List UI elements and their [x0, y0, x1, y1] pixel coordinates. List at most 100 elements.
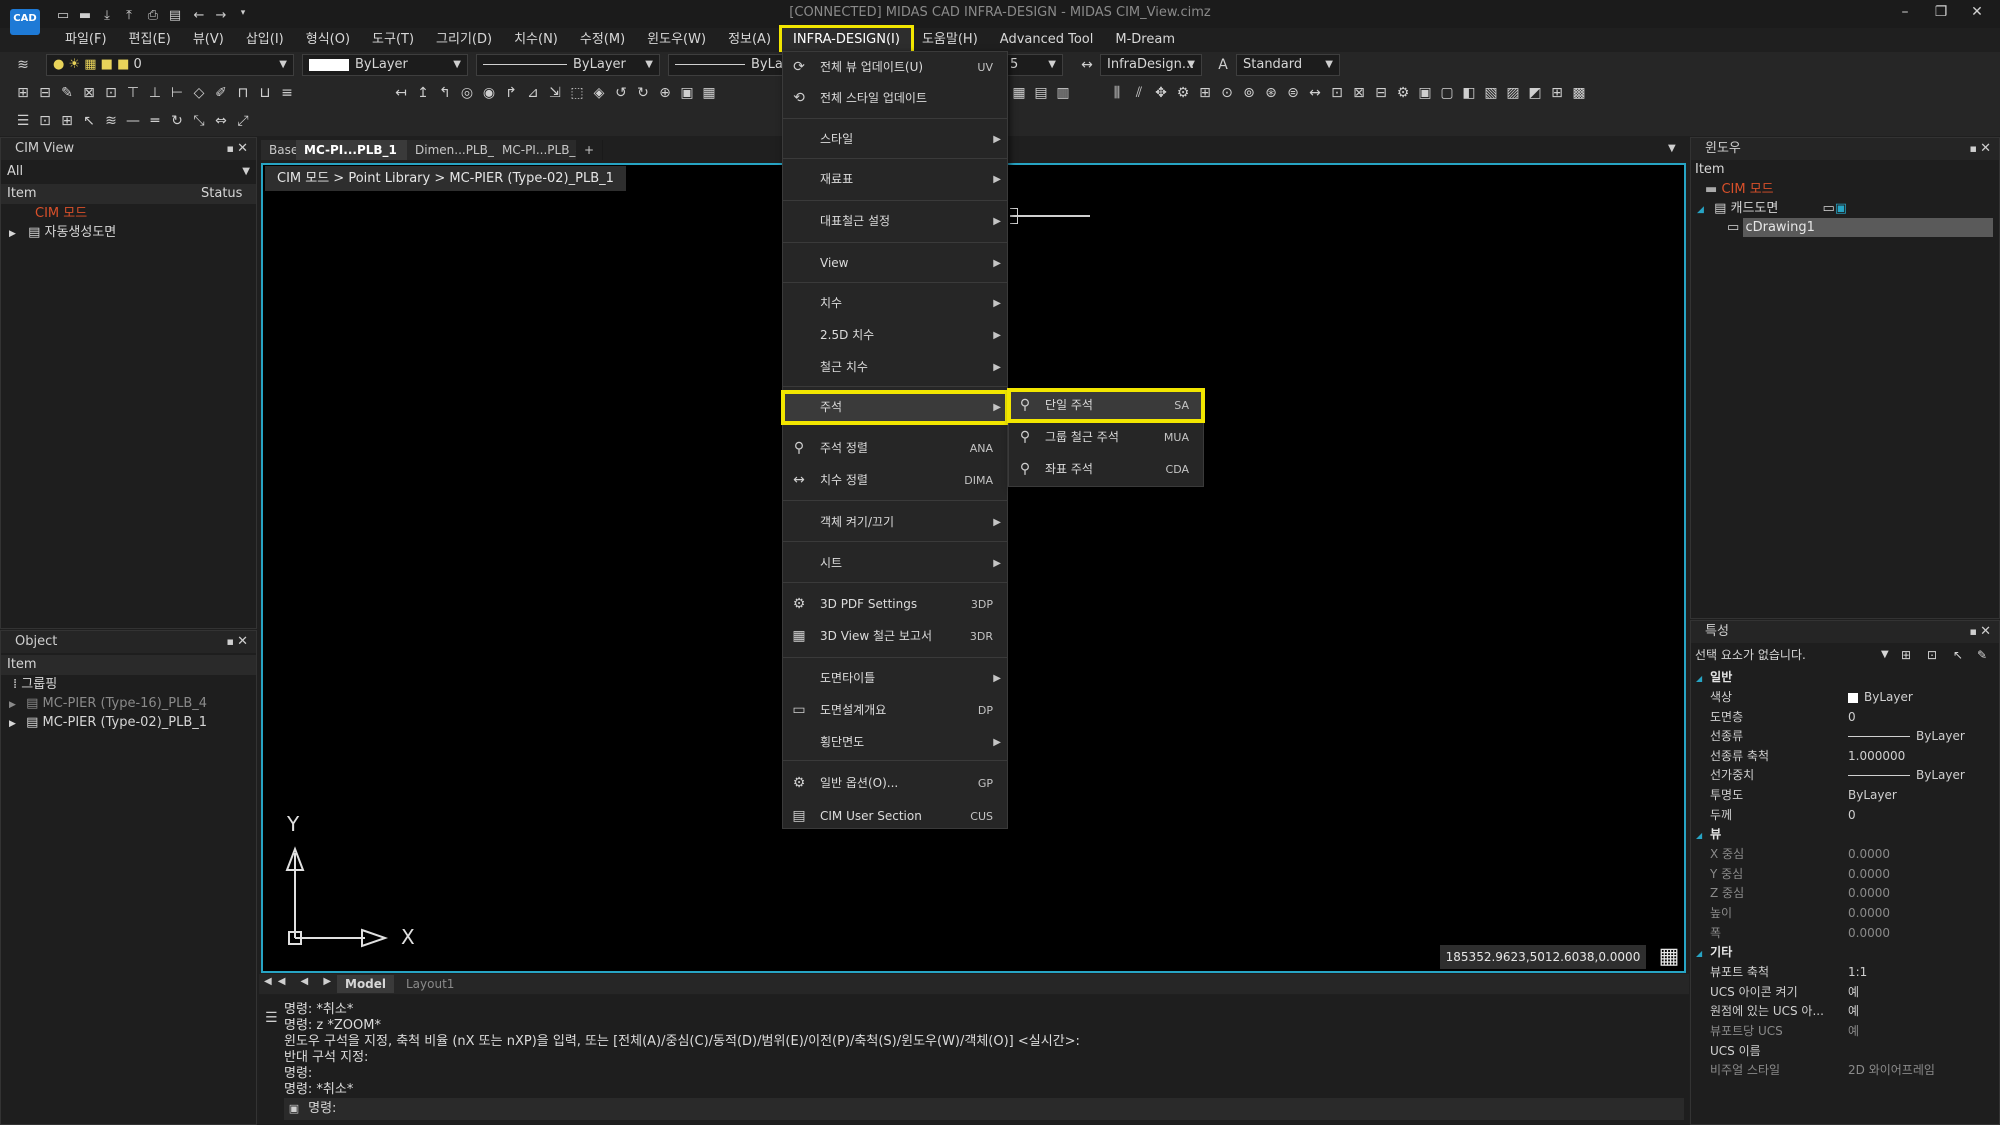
- infra-menu-item[interactable]: ▦ 3D View 철근 보고서 3DR: [783, 621, 1007, 652]
- tool-icon[interactable]: ⊥: [144, 82, 166, 104]
- tool-icon[interactable]: ☰: [12, 110, 34, 132]
- tool-icon[interactable]: ↱: [500, 82, 522, 104]
- property-row[interactable]: 두께 0: [1690, 806, 2000, 825]
- pin-icon[interactable]: ▪: [227, 138, 234, 160]
- tree-item-cad-drawing[interactable]: ◢ ▤ 캐드도면 ▭▣: [1691, 199, 1999, 218]
- menu-info[interactable]: 정보(A): [717, 28, 782, 52]
- property-row[interactable]: UCS 이름: [1690, 1042, 2000, 1061]
- command-menu-icon[interactable]: ☰: [265, 1010, 278, 1026]
- close-icon[interactable]: ✕: [1980, 138, 1991, 160]
- expand-arrow-icon[interactable]: ▶: [9, 229, 16, 239]
- close-button[interactable]: ✕: [1962, 4, 1992, 24]
- toggle-icon[interactable]: ✎: [1977, 643, 1987, 667]
- menu-draw[interactable]: 그리기(D): [425, 28, 503, 52]
- infra-menu-item[interactable]: 객체 켜기/끄기 ▶: [783, 507, 1007, 538]
- quick-select-icon[interactable]: ⊞: [1901, 643, 1911, 667]
- table-icon[interactable]: ▦: [1008, 82, 1030, 104]
- expand-arrow-icon[interactable]: ◢: [1697, 205, 1704, 215]
- add-tab-button[interactable]: +: [576, 140, 604, 160]
- tool-icon[interactable]: ◎: [456, 82, 478, 104]
- tab-model[interactable]: Model: [337, 975, 395, 993]
- menu-advanced-tool[interactable]: Advanced Tool: [989, 28, 1105, 52]
- tool-icon[interactable]: —: [122, 110, 144, 132]
- menu-help[interactable]: 도움말(H): [911, 28, 989, 52]
- infra-menu-item[interactable]: 횡단면도 ▶: [783, 727, 1007, 758]
- table-icon[interactable]: ▥: [1052, 82, 1074, 104]
- selection-combo[interactable]: 선택 요소가 없습니다. ▼ ⊞ ⊡ ↖ ✎: [1691, 643, 1999, 667]
- tool-icon[interactable]: ⊕: [654, 82, 676, 104]
- view-mode-icon[interactable]: ▣: [1835, 201, 1847, 216]
- tool-icon[interactable]: ⬚: [566, 82, 588, 104]
- quick-access-dropdown-icon[interactable]: ▾: [234, 8, 252, 24]
- cim-filter-select[interactable]: All ▼: [1, 162, 256, 182]
- infra-menu-item[interactable]: 대표철근 설정 ▶: [783, 206, 1007, 237]
- tool-icon[interactable]: ⊛: [1260, 82, 1282, 104]
- menu-modify[interactable]: 수정(M): [569, 28, 636, 52]
- tool-icon[interactable]: ≡: [276, 82, 298, 104]
- infra-menu-item[interactable]: ▭ 도면설계개요 DP: [783, 695, 1007, 726]
- tool-icon[interactable]: ⤡: [188, 110, 210, 132]
- infra-menu-item[interactable]: ⟲ 전체 스타일 업데이트: [783, 83, 1007, 114]
- tree-item-cim-mode[interactable]: CIM 모드: [1, 204, 256, 223]
- new-file-icon[interactable]: ▭: [54, 8, 72, 24]
- menu-file[interactable]: 파일(F): [54, 28, 118, 52]
- property-row[interactable]: 뷰포트 축척 1:1: [1690, 963, 2000, 982]
- close-icon[interactable]: ✕: [237, 138, 248, 160]
- property-section-general[interactable]: ◢ 일반: [1690, 668, 1732, 687]
- infra-menu-item[interactable]: ▤ CIM User Section CUS: [783, 801, 1007, 832]
- command-input[interactable]: ▣ 명령:: [284, 1098, 1684, 1120]
- tool-icon[interactable]: ◉: [478, 82, 500, 104]
- tool-icon[interactable]: ↥: [412, 82, 434, 104]
- infra-menu-item[interactable]: ⟳ 전체 뷰 업데이트(U) UV: [783, 52, 1007, 83]
- save-icon[interactable]: ⤓: [98, 8, 116, 24]
- lineweight-combo[interactable]: ByLay: [668, 54, 784, 76]
- menu-tools[interactable]: 도구(T): [361, 28, 425, 52]
- tool-icon[interactable]: ⊡: [1326, 82, 1348, 104]
- open-folder-icon[interactable]: ▬: [76, 8, 94, 24]
- tool-icon[interactable]: ⫼: [1106, 82, 1128, 104]
- tool-icon[interactable]: ▢: [1436, 82, 1458, 104]
- grid-toggle-icon[interactable]: ▦: [1656, 944, 1682, 970]
- annotation-menu-item[interactable]: ⚲ 그룹 철근 주석 MUA: [1009, 422, 1203, 453]
- menu-dimension[interactable]: 치수(N): [503, 28, 569, 52]
- tool-icon[interactable]: ▨: [1502, 82, 1524, 104]
- tool-icon[interactable]: ⊤: [122, 82, 144, 104]
- view-mode-icon[interactable]: ▭: [1822, 201, 1834, 216]
- property-row[interactable]: 색상 ByLayer: [1690, 688, 2000, 707]
- tool-icon[interactable]: ⊓: [232, 82, 254, 104]
- menu-insert[interactable]: 삽입(I): [235, 28, 295, 52]
- menu-format[interactable]: 형식(O): [295, 28, 361, 52]
- tool-icon[interactable]: ⊞: [1194, 82, 1216, 104]
- property-section-view[interactable]: ◢ 뷰: [1690, 825, 1721, 844]
- tool-icon[interactable]: ◧: [1458, 82, 1480, 104]
- tree-item-object[interactable]: ▶ ▤ MC-PIER (Type-02)_PLB_1: [1, 713, 256, 732]
- undo-icon[interactable]: ←: [190, 8, 208, 24]
- textstyle-combo[interactable]: Standard ▼: [1236, 54, 1340, 76]
- tool-icon[interactable]: ⊿: [522, 82, 544, 104]
- property-row[interactable]: 선종류 축척 1.000000: [1690, 747, 2000, 766]
- pin-icon[interactable]: ▪: [1970, 621, 1977, 643]
- tool-icon[interactable]: ↻: [632, 82, 654, 104]
- tool-icon[interactable]: ✥: [1150, 82, 1172, 104]
- infra-menu-item[interactable]: 2.5D 치수 ▶: [783, 320, 1007, 351]
- tool-icon[interactable]: ⊡: [100, 82, 122, 104]
- tool-icon[interactable]: ↰: [434, 82, 456, 104]
- tool-icon[interactable]: ⊙: [1216, 82, 1238, 104]
- property-row[interactable]: X 중심 0.0000: [1690, 845, 2000, 864]
- textsize-combo[interactable]: 5 ▼: [1003, 54, 1063, 76]
- tree-item-auto-drawing[interactable]: ▶ ▤ 자동생성도면: [1, 223, 256, 242]
- tool-icon[interactable]: ⊔: [254, 82, 276, 104]
- tool-icon[interactable]: ⊞: [56, 110, 78, 132]
- redo-icon[interactable]: →: [212, 8, 230, 24]
- annotation-menu-item[interactable]: ⚲ 단일 주석 SA: [1007, 388, 1205, 423]
- close-icon[interactable]: ✕: [1980, 621, 1991, 643]
- tool-icon[interactable]: ◈: [588, 82, 610, 104]
- tool-icon[interactable]: ⊚: [1238, 82, 1260, 104]
- infra-menu-item[interactable]: ⚲ 주석 정렬 ANA: [783, 433, 1007, 464]
- tool-icon[interactable]: ↤: [390, 82, 412, 104]
- property-row[interactable]: 선가중치 ByLayer: [1690, 766, 2000, 785]
- expand-arrow-icon[interactable]: ▶: [9, 719, 16, 729]
- property-row[interactable]: Y 중심 0.0000: [1690, 865, 2000, 884]
- tree-item-cdrawing1[interactable]: ▭ cDrawing1: [1691, 218, 1999, 237]
- infra-menu-item[interactable]: 도면타이틀 ▶: [783, 663, 1007, 694]
